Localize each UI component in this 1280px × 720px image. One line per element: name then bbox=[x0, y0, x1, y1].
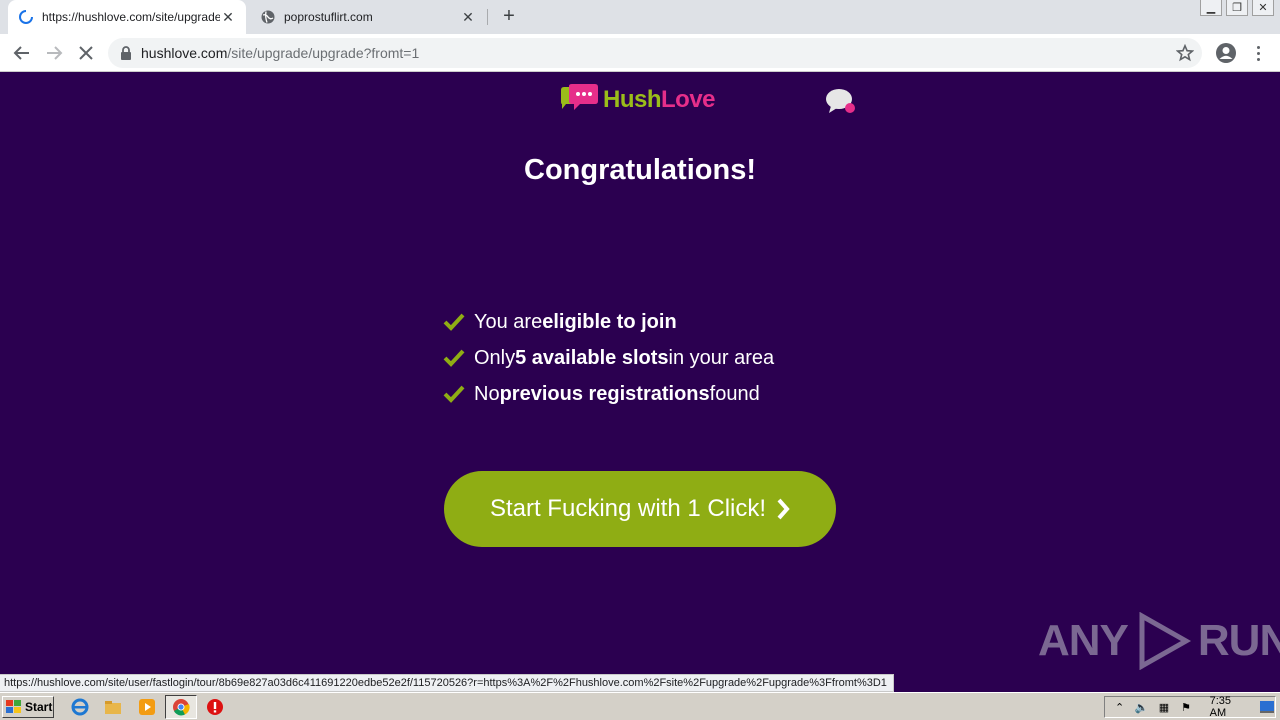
bookmark-star-icon[interactable] bbox=[1175, 43, 1195, 62]
lock-icon bbox=[120, 46, 132, 60]
minimize-button[interactable]: ▁ bbox=[1200, 0, 1222, 16]
tab-strip: https://hushlove.com/site/upgrade/u ✕ po… bbox=[0, 0, 1280, 34]
status-link-preview: https://hushlove.com/site/user/fastlogin… bbox=[0, 674, 894, 692]
url-path: /site/upgrade/upgrade?fromt=1 bbox=[227, 45, 420, 61]
list-item: Only 5 available slots in your area bbox=[443, 340, 774, 376]
tab-divider bbox=[487, 9, 488, 25]
eligibility-list: You are eligible to join Only 5 availabl… bbox=[443, 304, 774, 412]
start-label: Start bbox=[25, 700, 53, 714]
restore-button[interactable]: ❐ bbox=[1226, 0, 1248, 16]
back-arrow-icon bbox=[13, 46, 29, 60]
url-host: hushlove.com bbox=[141, 45, 228, 61]
tab-close-icon[interactable]: ✕ bbox=[460, 9, 476, 25]
anyrun-watermark: ANY RUN bbox=[1038, 612, 1280, 670]
forward-button[interactable] bbox=[42, 41, 66, 65]
media-player-icon[interactable] bbox=[138, 698, 156, 716]
stop-loading-button[interactable] bbox=[74, 41, 98, 65]
tab-hushlove[interactable]: https://hushlove.com/site/upgrade/u ✕ bbox=[8, 0, 246, 34]
system-tray: ⌃ 🔈 ▦ ⚑ 7:35 AM bbox=[1104, 695, 1276, 719]
checkmark-icon bbox=[443, 385, 465, 403]
start-button[interactable]: Start bbox=[2, 696, 54, 718]
check-text: in your area bbox=[668, 346, 775, 369]
browser-menu-icon[interactable] bbox=[1250, 42, 1266, 64]
back-button[interactable] bbox=[10, 41, 34, 65]
warning-stop-icon[interactable] bbox=[206, 698, 224, 716]
watermark-play-icon bbox=[1139, 612, 1191, 670]
check-text: No bbox=[474, 382, 500, 405]
taskbar: Start ⌃ 🔈 ▦ ⚑ 7:35 AM bbox=[0, 692, 1280, 720]
page-title: Congratulations! bbox=[524, 154, 756, 186]
close-window-button[interactable]: ✕ bbox=[1252, 0, 1274, 16]
start-cta-button[interactable]: Start Fucking with 1 Click! bbox=[444, 471, 836, 547]
chat-notification-icon[interactable] bbox=[825, 87, 857, 117]
window-controls: ▁ ❐ ✕ bbox=[1200, 0, 1274, 16]
page-content: HushLove Congratulations! You are eligib… bbox=[0, 72, 1280, 692]
tray-expand-icon[interactable]: ⌃ bbox=[1112, 699, 1127, 715]
list-item: No previous registrations found bbox=[443, 376, 774, 412]
new-tab-button[interactable]: + bbox=[498, 6, 520, 28]
internet-explorer-icon[interactable] bbox=[71, 698, 89, 716]
tab-title: poprostuflirt.com bbox=[284, 10, 373, 24]
chevron-right-icon bbox=[777, 498, 790, 520]
file-explorer-icon[interactable] bbox=[104, 698, 122, 716]
action-center-flag-icon[interactable]: ⚑ bbox=[1178, 699, 1193, 715]
stop-icon bbox=[79, 46, 93, 60]
show-desktop-icon[interactable] bbox=[1260, 699, 1275, 715]
watermark-text: RUN bbox=[1197, 616, 1280, 665]
check-text: Only bbox=[474, 346, 516, 369]
address-bar[interactable]: hushlove.com/site/upgrade/upgrade?fromt=… bbox=[108, 38, 1202, 68]
cta-label: Start Fucking with 1 Click! bbox=[489, 495, 767, 522]
check-text-bold: eligible to join bbox=[542, 310, 677, 333]
check-text: You are bbox=[474, 310, 543, 333]
tab-poprostuflirt[interactable]: poprostuflirt.com ✕ bbox=[250, 0, 486, 34]
logo-chat-bubbles-icon bbox=[561, 84, 598, 110]
globe-icon bbox=[260, 9, 276, 25]
tab-title: https://hushlove.com/site/upgrade/u bbox=[42, 10, 220, 24]
logo-text: HushLove bbox=[603, 86, 716, 113]
windows-logo-icon bbox=[6, 700, 21, 713]
check-text-bold: 5 available slots bbox=[515, 346, 669, 369]
list-item: You are eligible to join bbox=[443, 304, 774, 340]
watermark-text: ANY bbox=[1038, 616, 1129, 665]
network-icon[interactable]: ▦ bbox=[1156, 699, 1171, 715]
volume-icon[interactable]: 🔈 bbox=[1134, 699, 1149, 715]
checkmark-icon bbox=[443, 313, 465, 331]
browser-toolbar: hushlove.com/site/upgrade/upgrade?fromt=… bbox=[0, 34, 1280, 72]
hushlove-logo[interactable]: HushLove bbox=[559, 84, 716, 116]
check-text-bold: previous registrations bbox=[499, 382, 710, 405]
profile-avatar-icon[interactable] bbox=[1215, 42, 1237, 64]
forward-arrow-icon bbox=[47, 46, 63, 60]
spinner-icon bbox=[18, 9, 34, 25]
clock[interactable]: 7:35 AM bbox=[1210, 695, 1248, 719]
tab-close-icon[interactable]: ✕ bbox=[220, 9, 236, 25]
checkmark-icon bbox=[443, 349, 465, 367]
check-text: found bbox=[709, 382, 760, 405]
chrome-icon[interactable] bbox=[172, 698, 190, 716]
